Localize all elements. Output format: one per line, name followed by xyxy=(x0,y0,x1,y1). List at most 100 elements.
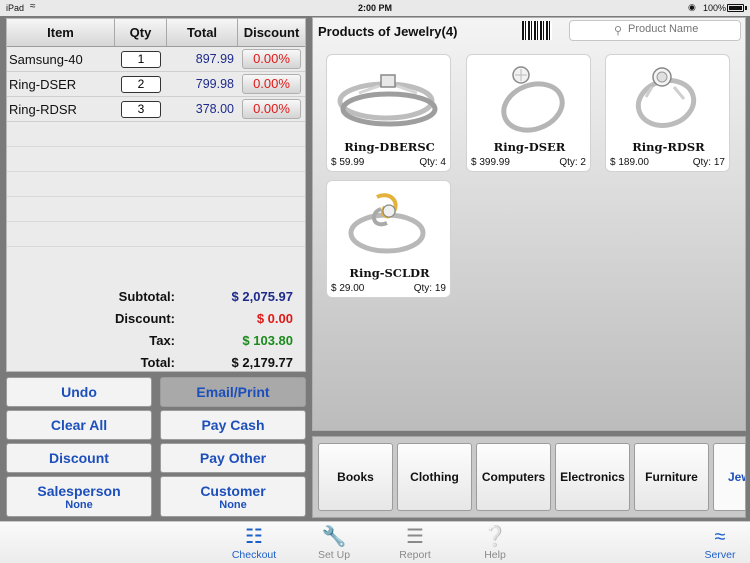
col-item: Item xyxy=(7,19,115,46)
discount-button[interactable]: 0.00% xyxy=(242,74,301,94)
product-price: $ 59.99 xyxy=(331,157,365,168)
rotation-lock-icon: ◉ xyxy=(688,2,696,12)
product-price: $ 189.00 xyxy=(610,157,649,168)
tab-checkout[interactable]: ☷ Checkout xyxy=(224,525,284,561)
empty-row xyxy=(7,197,305,222)
order-table-header: Item Qty Total Discount xyxy=(7,19,305,47)
discount-button[interactable]: 0.00% xyxy=(242,49,301,69)
order-panel: Item Qty Total Discount Samsung-40 1 897… xyxy=(6,18,306,372)
order-row[interactable]: Samsung-40 1 897.99 0.00% xyxy=(7,47,305,72)
product-card[interactable]: Ring-DBERSC $ 59.99 Qty: 4 xyxy=(326,54,451,172)
wifi-icon: ≈ xyxy=(714,526,726,548)
pay-other-button[interactable]: Pay Other xyxy=(160,443,306,473)
question-icon: ❔ xyxy=(482,526,508,548)
empty-row xyxy=(7,147,305,172)
ring-halo-image xyxy=(608,57,727,135)
order-item-total: 897.99 xyxy=(195,52,234,66)
empty-row xyxy=(7,222,305,247)
customer-button[interactable]: Customer None xyxy=(160,476,306,517)
category-jewelry[interactable]: Jew xyxy=(713,443,745,511)
product-qty: Qty: 4 xyxy=(419,157,446,168)
total-value: $ 2,179.77 xyxy=(231,354,293,370)
status-bar: iPad ≈ 2:00 PM ◉ 100% xyxy=(0,0,750,16)
tab-report[interactable]: ☰ Report xyxy=(385,525,445,561)
product-name: Ring-RDSR xyxy=(632,140,705,154)
customer-value: None xyxy=(219,499,247,511)
discount-button[interactable]: 0.00% xyxy=(242,99,301,119)
product-price: $ 29.00 xyxy=(331,283,365,294)
salesperson-button[interactable]: Salesperson None xyxy=(6,476,152,517)
search-icon: ⚲ xyxy=(614,25,623,37)
product-qty: Qty: 2 xyxy=(559,157,586,168)
email-print-button[interactable]: Email/Print xyxy=(160,377,306,407)
salesperson-label: Salesperson xyxy=(37,483,121,499)
category-clothing[interactable]: Clothing xyxy=(397,443,472,511)
product-name: Ring-DSER xyxy=(493,140,566,154)
product-search-input[interactable] xyxy=(628,23,736,35)
order-item-total: 799.98 xyxy=(195,77,234,91)
product-search[interactable]: ⚲ xyxy=(569,20,741,41)
qty-field[interactable]: 3 xyxy=(121,100,161,118)
ring-solitaire-image xyxy=(469,57,588,135)
col-qty: Qty xyxy=(115,19,167,46)
tab-bar: ☷ Checkout 🔧 Set Up ☰ Report ❔ Help ≈ Se… xyxy=(0,521,750,563)
ring-band-set-image xyxy=(329,57,448,135)
category-electronics[interactable]: Electronics xyxy=(555,443,630,511)
qty-field[interactable]: 1 xyxy=(121,50,161,68)
product-name: Ring-DBERSC xyxy=(344,140,435,154)
empty-row xyxy=(7,122,305,147)
product-qty: Qty: 19 xyxy=(413,283,446,294)
barcode-scan-icon[interactable] xyxy=(522,21,552,40)
list-icon: ☰ xyxy=(406,526,424,548)
products-panel: Products of Jewelry(4) ⚲ Ring-DBERSC $ 5… xyxy=(312,17,746,431)
product-qty: Qty: 17 xyxy=(692,157,725,168)
cart-icon: ☷ xyxy=(245,526,263,548)
category-computers[interactable]: Computers xyxy=(476,443,551,511)
category-furniture[interactable]: Furniture xyxy=(634,443,709,511)
order-item-name: Ring-RDSR xyxy=(9,101,77,117)
tab-label: Help xyxy=(484,549,506,561)
col-discount: Discount xyxy=(243,25,300,40)
product-card[interactable]: Ring-SCLDR $ 29.00 Qty: 19 xyxy=(326,180,451,298)
tab-label: Set Up xyxy=(317,549,351,561)
battery-icon xyxy=(727,4,744,12)
tab-label: Server xyxy=(704,549,736,561)
order-row[interactable]: Ring-DSER 2 799.98 0.00% xyxy=(7,72,305,97)
empty-row xyxy=(7,172,305,197)
subtotal-label: Subtotal: xyxy=(118,288,175,304)
totals-summary: Subtotal: $ 2,075.97 Discount: $ 0.00 Tax:… xyxy=(7,285,305,373)
pay-cash-button[interactable]: Pay Cash xyxy=(160,410,306,440)
wrench-icon: 🔧 xyxy=(321,526,347,548)
ring-twotone-image xyxy=(329,183,448,261)
product-card[interactable]: Ring-DSER $ 399.99 Qty: 2 xyxy=(466,54,591,172)
subtotal-value: $ 2,075.97 xyxy=(231,288,293,304)
tab-setup[interactable]: 🔧 Set Up xyxy=(304,525,364,561)
discount-order-button[interactable]: Discount xyxy=(6,443,152,473)
clear-all-button[interactable]: Clear All xyxy=(6,410,152,440)
tab-server[interactable]: ≈ Server xyxy=(690,525,750,561)
col-total: Total xyxy=(167,19,238,46)
product-name: Ring-SCLDR xyxy=(349,266,430,280)
category-books[interactable]: Books xyxy=(318,443,393,511)
product-card[interactable]: Ring-RDSR $ 189.00 Qty: 17 xyxy=(605,54,730,172)
order-item-total: 378.00 xyxy=(195,102,234,116)
category-bar: Books Clothing Computers Electronics Fur… xyxy=(312,436,746,518)
battery-percent: 100% xyxy=(703,3,727,13)
product-price: $ 399.99 xyxy=(471,157,510,168)
undo-button[interactable]: Undo xyxy=(6,377,152,407)
tax-label: Tax: xyxy=(149,332,175,348)
total-label: Total: xyxy=(140,354,175,370)
qty-field[interactable]: 2 xyxy=(121,75,161,93)
salesperson-value: None xyxy=(65,499,93,511)
discount-label: Discount: xyxy=(115,310,175,326)
tab-label: Checkout xyxy=(231,549,277,561)
discount-value: $ 0.00 xyxy=(256,310,293,326)
clock: 2:00 PM xyxy=(357,3,392,13)
tab-help[interactable]: ❔ Help xyxy=(465,525,525,561)
order-row[interactable]: Ring-RDSR 3 378.00 0.00% xyxy=(7,97,305,122)
products-title: Products of Jewelry(4) xyxy=(318,24,458,39)
order-item-name: Samsung-40 xyxy=(9,51,83,67)
tab-label: Report xyxy=(399,549,431,561)
customer-label: Customer xyxy=(200,483,266,499)
order-item-name: Ring-DSER xyxy=(9,76,77,92)
